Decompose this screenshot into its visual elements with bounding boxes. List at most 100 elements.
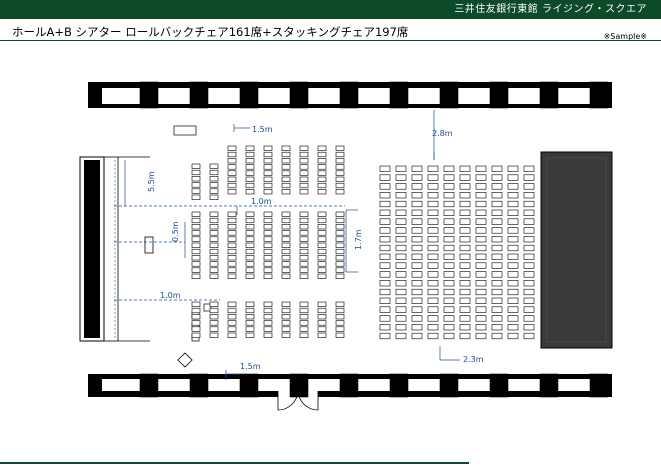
dimension-label: 1.5m	[252, 125, 273, 134]
rollback-chair	[491, 236, 503, 243]
rollback-chair	[395, 280, 407, 287]
stacking-chair	[245, 236, 255, 242]
rollback-chair	[379, 209, 391, 216]
rollback-chair	[475, 324, 487, 331]
rollback-chair	[427, 165, 439, 172]
rollback-chair	[523, 315, 535, 322]
stacking-chair	[191, 217, 201, 224]
top-wall	[88, 81, 612, 109]
rollback-chair	[491, 183, 503, 190]
rollback-chair	[411, 174, 423, 181]
rollback-chair	[475, 297, 487, 304]
stacking-chair	[263, 301, 273, 307]
rollback-chair	[459, 236, 471, 243]
rollback-chair	[411, 271, 423, 278]
stacking-chair	[281, 176, 291, 182]
rollback-chair	[507, 218, 519, 225]
stacking-chair	[209, 182, 219, 188]
rollback-chair	[491, 165, 503, 172]
stacking-chair	[317, 307, 327, 314]
rollback-chair	[523, 280, 535, 287]
rollback-chair	[475, 271, 487, 278]
stacking-chair	[209, 267, 219, 273]
rollback-chair	[523, 306, 535, 313]
stacking-chair	[281, 273, 291, 279]
rollback-chair	[395, 244, 407, 252]
dimension-label: 2.3m	[463, 355, 484, 364]
wall-pillar	[439, 373, 459, 398]
equipment-stand	[177, 352, 193, 368]
stacking-chair	[209, 273, 219, 279]
stacking-chair	[263, 326, 273, 332]
stacking-chair	[245, 320, 255, 326]
rollback-chair	[459, 288, 471, 296]
stacking-chair	[335, 182, 345, 189]
bottom-wall	[88, 373, 612, 398]
stacking-chair	[245, 145, 255, 151]
stacking-chair	[245, 255, 255, 261]
stacking-chair	[263, 176, 273, 182]
stacking-chair	[335, 267, 345, 273]
rollback-chair	[379, 253, 391, 260]
wall-pillar	[339, 373, 359, 398]
stacking-chair	[281, 255, 291, 261]
rollback-chair	[491, 200, 503, 208]
stacking-chair	[245, 326, 255, 332]
stacking-chair	[209, 169, 219, 176]
stacking-chair	[227, 158, 237, 164]
wall-pillar	[339, 81, 359, 109]
rollback-chair	[491, 192, 503, 199]
wall-pillar	[489, 81, 509, 109]
rollback-chair	[523, 297, 535, 304]
rollback-chair	[427, 192, 439, 199]
stacking-chair	[317, 301, 327, 307]
stacking-chair	[335, 230, 345, 236]
wall-pillar	[389, 373, 409, 398]
stacking-chair	[299, 176, 309, 182]
stacking-chair	[191, 255, 201, 261]
rollback-chair	[459, 332, 471, 340]
rollback-chair	[395, 227, 407, 234]
stacking-chair	[335, 326, 345, 332]
stacking-chair	[335, 189, 345, 195]
rollback-chair	[443, 324, 455, 331]
rollback-chair	[427, 183, 439, 190]
stacking-chair	[245, 211, 255, 217]
stacking-chair	[191, 236, 201, 242]
stacking-chair	[227, 224, 237, 230]
stacking-chair	[299, 224, 309, 230]
rollback-chair	[379, 332, 391, 340]
rollback-chair	[411, 192, 423, 199]
stacking-chair	[317, 314, 327, 320]
rollback-chair	[491, 244, 503, 252]
dimension-label: 0.5m	[171, 221, 180, 242]
rollback-chair	[507, 332, 519, 340]
stacking-chair	[209, 326, 219, 332]
rollback-chair	[411, 324, 423, 331]
stacking-chair	[227, 182, 237, 189]
rollback-chair	[411, 297, 423, 304]
stacking-chair	[263, 261, 273, 267]
rollback-chair	[395, 174, 407, 181]
stacking-chair	[317, 242, 327, 248]
stacking-chair	[263, 151, 273, 158]
rollback-chair	[395, 165, 407, 172]
rollback-chair	[459, 174, 471, 181]
rollback-chair	[427, 253, 439, 260]
rollback-chair	[459, 253, 471, 260]
stacking-chair	[209, 217, 219, 224]
rollback-chair	[475, 253, 487, 260]
rollback-chair	[475, 192, 487, 199]
rollback-chair	[523, 271, 535, 278]
control-desk	[173, 125, 197, 136]
rollback-chair	[523, 192, 535, 199]
wall-pillar	[589, 373, 609, 398]
left-stage	[79, 156, 150, 342]
stacking-chair	[299, 248, 309, 255]
rollback-chair	[491, 218, 503, 225]
stacking-chair	[317, 217, 327, 224]
rollback-chair	[379, 227, 391, 234]
stacking-chair	[281, 230, 291, 236]
stacking-chair	[227, 273, 237, 279]
rollback-chair	[411, 244, 423, 252]
